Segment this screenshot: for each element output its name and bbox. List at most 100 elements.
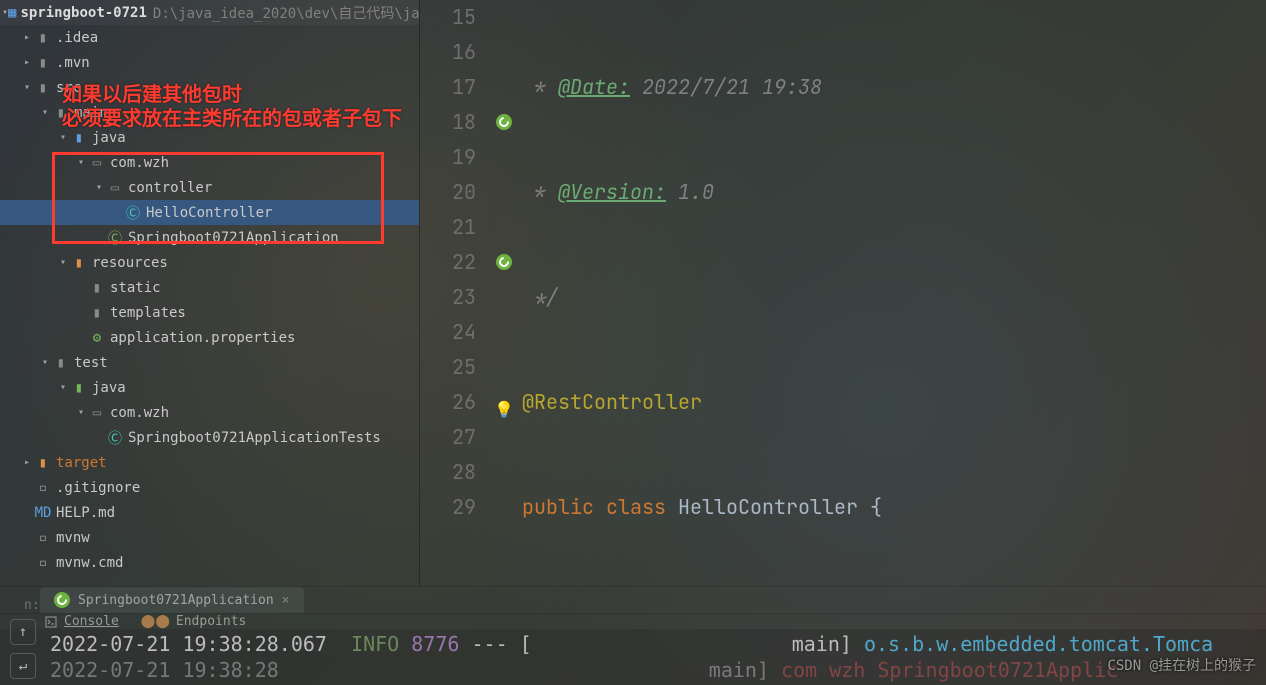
tree-label: HELP.md [56, 505, 115, 521]
project-root-row[interactable]: ▾ ▦ springboot-0721 D:\java_idea_2020\de… [0, 0, 419, 25]
line-number[interactable]: 16 [420, 35, 476, 70]
package-icon: ▭ [88, 155, 106, 171]
tree-label: static [110, 280, 161, 296]
soft-wrap-button[interactable]: ↵ [10, 653, 36, 679]
code-area[interactable]: * @Date: 2022/7/21 19:38 * @Version: 1.0… [522, 0, 1266, 586]
console-line: 2022-07-21 19:38:28.067 INFO 8776 --- [m… [50, 631, 1266, 657]
line-number[interactable]: 26 [420, 385, 476, 420]
tree-label: src [56, 80, 81, 96]
tree-row-idea[interactable]: ▸▮.idea [0, 25, 419, 50]
folder-icon: ▮ [34, 30, 52, 46]
tree-label: com.wzh [110, 155, 169, 171]
spring-class-icon: Ⓒ [106, 228, 124, 248]
tree-label: Springboot0721ApplicationTests [128, 430, 381, 446]
folder-icon: ▮ [34, 80, 52, 96]
tree-row-templates[interactable]: •▮templates [0, 300, 419, 325]
run-tab-bar: n: Springboot0721Application × [0, 586, 1266, 613]
tree-label: .gitignore [56, 480, 140, 496]
run-config-tab[interactable]: Springboot0721Application × [40, 587, 304, 613]
scroll-up-button[interactable]: ↑ [10, 619, 36, 645]
tree-label: mvnw.cmd [56, 555, 123, 571]
console-icon [44, 615, 58, 629]
chevron-down-icon[interactable]: ▾ [56, 257, 70, 268]
source-folder-icon: ▮ [70, 130, 88, 146]
chevron-down-icon[interactable]: ▾ [56, 132, 70, 143]
chevron-down-icon[interactable]: ▾ [92, 182, 106, 193]
class-icon: Ⓒ [106, 428, 124, 448]
chevron-down-icon[interactable]: ▾ [56, 382, 70, 393]
excluded-folder-icon: ▮ [34, 455, 52, 471]
folder-icon: ▮ [52, 105, 70, 121]
class-icon: Ⓒ [124, 203, 142, 223]
chevron-down-icon[interactable]: ▾ [74, 407, 88, 418]
project-tree[interactable]: ▾ ▦ springboot-0721 D:\java_idea_2020\de… [0, 0, 420, 586]
line-number[interactable]: 22 [420, 245, 476, 280]
chevron-down-icon[interactable]: ▾ [38, 107, 52, 118]
tree-label: .idea [56, 30, 98, 46]
line-number[interactable]: 24 [420, 315, 476, 350]
folder-icon: ▮ [88, 305, 106, 321]
line-number[interactable]: 19 [420, 140, 476, 175]
tree-row-target[interactable]: ▸▮target [0, 450, 419, 475]
markdown-icon: MD [34, 505, 52, 521]
tree-row-pkg-comwzh[interactable]: ▾▭com.wzh [0, 150, 419, 175]
tab-console[interactable]: Console [44, 614, 119, 629]
folder-icon: ▮ [52, 355, 70, 371]
tree-row-class-hello[interactable]: •ⒸHelloController [0, 200, 419, 225]
tree-row-gitignore[interactable]: •▫.gitignore [0, 475, 419, 500]
endpoints-icon: ⬤⬤ [141, 614, 170, 629]
package-icon: ▭ [88, 405, 106, 421]
tree-label: .mvn [56, 55, 90, 71]
tree-row-mvnwcmd[interactable]: •▫mvnw.cmd [0, 550, 419, 575]
chevron-down-icon[interactable]: ▾ [74, 157, 88, 168]
tree-row-pkg-controller[interactable]: ▾▭controller [0, 175, 419, 200]
chevron-down-icon[interactable]: ▾ [38, 357, 52, 368]
chevron-right-icon[interactable]: ▸ [20, 57, 34, 68]
tree-row-test-java[interactable]: ▾▮java [0, 375, 419, 400]
tree-row-helpmd[interactable]: •MDHELP.md [0, 500, 419, 525]
tab-endpoints[interactable]: ⬤⬤Endpoints [141, 614, 247, 629]
run-config-name: Springboot0721Application [78, 593, 274, 608]
line-number[interactable]: 17 [420, 70, 476, 105]
folder-icon: ▮ [88, 280, 106, 296]
tree-row-resources[interactable]: ▾▮resources [0, 250, 419, 275]
line-number[interactable]: 28 [420, 455, 476, 490]
tree-row-static[interactable]: •▮static [0, 275, 419, 300]
folder-icon: ▮ [34, 55, 52, 71]
tree-row-mvnw[interactable]: •▫mvnw [0, 525, 419, 550]
chevron-right-icon[interactable]: ▸ [20, 457, 34, 468]
spring-run-icon [54, 592, 70, 608]
console-line: 2022-07-21 19:38:28main] com wzh Springb… [50, 657, 1266, 683]
tree-row-main[interactable]: ▾▮main [0, 100, 419, 125]
code-editor[interactable]: 15 16 17 18 19 20 21 22 23 24 25 26 27 2… [420, 0, 1266, 586]
intention-bulb-icon[interactable]: 💡 [494, 392, 514, 427]
tree-row-test-pkg[interactable]: ▾▭com.wzh [0, 400, 419, 425]
tree-label: target [56, 455, 107, 471]
chevron-right-icon[interactable]: ▸ [20, 32, 34, 43]
console-output[interactable]: 2022-07-21 19:38:28.067 INFO 8776 --- [m… [0, 629, 1266, 685]
close-icon[interactable]: × [282, 593, 290, 608]
line-number[interactable]: 25 [420, 350, 476, 385]
tree-row-class-app[interactable]: •ⒸSpringboot0721Application [0, 225, 419, 250]
tree-row-appprops[interactable]: •⚙application.properties [0, 325, 419, 350]
tree-row-test-class[interactable]: •ⒸSpringboot0721ApplicationTests [0, 425, 419, 450]
chevron-down-icon[interactable]: ▾ [20, 82, 34, 93]
tree-row-src[interactable]: ▾▮src [0, 75, 419, 100]
tree-label: java [92, 380, 126, 396]
line-number[interactable]: 21 [420, 210, 476, 245]
line-number[interactable]: 18 [420, 105, 476, 140]
line-number[interactable]: 15 [420, 0, 476, 35]
tree-row-mvn[interactable]: ▸▮.mvn [0, 50, 419, 75]
test-folder-icon: ▮ [70, 380, 88, 396]
spring-bean-icon[interactable] [496, 114, 512, 130]
tree-row-java[interactable]: ▾▮java [0, 125, 419, 150]
tree-row-test[interactable]: ▾▮test [0, 350, 419, 375]
line-number[interactable]: 23 [420, 280, 476, 315]
line-number[interactable]: 29 [420, 490, 476, 525]
line-number[interactable]: 20 [420, 175, 476, 210]
tree-label: Springboot0721Application [128, 230, 339, 246]
spring-bean-icon[interactable] [496, 254, 512, 270]
tree-label: com.wzh [110, 405, 169, 421]
watermark: CSDN @挂在树上的猴子 [1107, 655, 1256, 675]
line-number[interactable]: 27 [420, 420, 476, 455]
